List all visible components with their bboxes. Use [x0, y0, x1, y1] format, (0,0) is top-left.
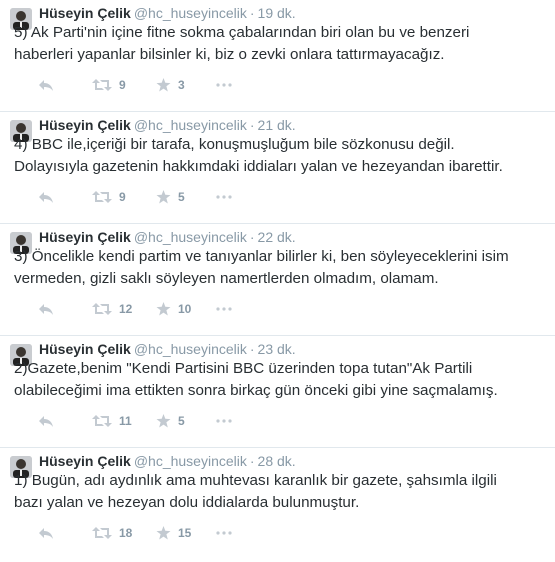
- tweet-header: Hüseyin Çelik @hc_huseyincelik · 21 dk.: [39, 116, 296, 134]
- more-icon: [216, 83, 232, 87]
- retweet-button[interactable]: 12: [92, 302, 156, 316]
- retweet-button[interactable]: 18: [92, 526, 156, 540]
- retweet-button[interactable]: 11: [92, 414, 156, 428]
- tweet-header: Hüseyin Çelik @hc_huseyincelik · 28 dk.: [39, 452, 296, 470]
- separator-dot: ·: [249, 453, 255, 469]
- tweet-text: 4) BBC ile,içeriği bir tarafa, konuşmuşl…: [14, 136, 503, 175]
- reply-icon: [39, 304, 53, 315]
- timestamp[interactable]: 28 dk.: [258, 453, 296, 469]
- reply-icon: [39, 192, 53, 203]
- favorite-button[interactable]: 5: [156, 190, 216, 204]
- retweet-count: 9: [119, 190, 126, 204]
- favorite-button[interactable]: 10: [156, 302, 216, 316]
- reply-button[interactable]: [38, 302, 92, 316]
- retweet-icon: [92, 527, 112, 539]
- more-button[interactable]: [216, 307, 246, 311]
- timestamp[interactable]: 21 dk.: [258, 117, 296, 133]
- tweet: Hüseyin Çelik @hc_huseyincelik · 21 dk. 4) …: [0, 112, 555, 224]
- reply-icon: [39, 528, 53, 539]
- retweet-icon: [92, 415, 112, 427]
- separator-dot: ·: [249, 229, 255, 245]
- favorite-count: 5: [178, 190, 185, 204]
- fullname[interactable]: Hüseyin Çelik: [39, 5, 131, 21]
- tweet-header: Hüseyin Çelik @hc_huseyincelik · 19 dk.: [39, 4, 296, 22]
- more-icon: [216, 419, 232, 423]
- star-icon: [156, 302, 171, 316]
- star-icon: [156, 414, 171, 428]
- more-button[interactable]: [216, 195, 246, 199]
- retweet-count: 12: [119, 302, 133, 316]
- retweet-icon: [92, 303, 112, 315]
- favorite-count: 3: [178, 78, 185, 92]
- separator-dot: ·: [249, 341, 255, 357]
- retweet-button[interactable]: 9: [92, 190, 156, 204]
- timestamp[interactable]: 22 dk.: [258, 229, 296, 245]
- reply-icon: [39, 80, 53, 91]
- separator-dot: ·: [249, 5, 255, 21]
- tweet-text: 2)Gazete,benim "Kendi Partisini BBC üzer…: [14, 360, 498, 399]
- tweet-header: Hüseyin Çelik @hc_huseyincelik · 23 dk.: [39, 340, 296, 358]
- timestamp[interactable]: 19 dk.: [258, 5, 296, 21]
- retweet-count: 11: [119, 414, 132, 428]
- timestamp[interactable]: 23 dk.: [258, 341, 296, 357]
- more-button[interactable]: [216, 83, 246, 87]
- tweet-actions: 18 15: [38, 525, 246, 541]
- reply-button[interactable]: [38, 78, 92, 92]
- username[interactable]: @hc_huseyincelik: [134, 229, 247, 245]
- favorite-button[interactable]: 15: [156, 526, 216, 540]
- favorite-count: 15: [178, 526, 192, 540]
- retweet-icon: [92, 79, 112, 91]
- tweet-actions: 9 5: [38, 189, 246, 205]
- tweet-text: 3) Öncelikle kendi partim ve tanıyanlar …: [14, 248, 509, 287]
- tweet-timeline: Hüseyin Çelik @hc_huseyincelik · 19 dk. 5) …: [0, 0, 555, 562]
- separator-dot: ·: [249, 117, 255, 133]
- retweet-count: 9: [119, 78, 126, 92]
- tweet-actions: 12 10: [38, 301, 246, 317]
- retweet-button[interactable]: 9: [92, 78, 156, 92]
- star-icon: [156, 526, 171, 540]
- star-icon: [156, 78, 171, 92]
- more-button[interactable]: [216, 531, 246, 535]
- favorite-button[interactable]: 3: [156, 78, 216, 92]
- fullname[interactable]: Hüseyin Çelik: [39, 453, 131, 469]
- tweet-header: Hüseyin Çelik @hc_huseyincelik · 22 dk.: [39, 228, 296, 246]
- star-icon: [156, 190, 171, 204]
- fullname[interactable]: Hüseyin Çelik: [39, 117, 131, 133]
- tweet-actions: 11 5: [38, 413, 246, 429]
- tweet-actions: 9 3: [38, 77, 246, 93]
- tweet: Hüseyin Çelik @hc_huseyincelik · 22 dk. 3) …: [0, 224, 555, 336]
- tweet-text: 5) Ak Parti'nin içine fitne sokma çabala…: [14, 24, 470, 63]
- reply-button[interactable]: [38, 414, 92, 428]
- fullname[interactable]: Hüseyin Çelik: [39, 341, 131, 357]
- favorite-button[interactable]: 5: [156, 414, 216, 428]
- retweet-count: 18: [119, 526, 133, 540]
- retweet-icon: [92, 191, 112, 203]
- tweet-text: 1) Bugün, adı aydınlık ama muhtevası kar…: [14, 472, 497, 511]
- username[interactable]: @hc_huseyincelik: [134, 5, 247, 21]
- tweet: Hüseyin Çelik @hc_huseyincelik · 23 dk. 2)G…: [0, 336, 555, 448]
- tweet: Hüseyin Çelik @hc_huseyincelik · 19 dk. 5) …: [0, 0, 555, 112]
- more-button[interactable]: [216, 419, 246, 423]
- username[interactable]: @hc_huseyincelik: [134, 341, 247, 357]
- fullname[interactable]: Hüseyin Çelik: [39, 229, 131, 245]
- more-icon: [216, 195, 232, 199]
- more-icon: [216, 531, 232, 535]
- username[interactable]: @hc_huseyincelik: [134, 453, 247, 469]
- username[interactable]: @hc_huseyincelik: [134, 117, 247, 133]
- favorite-count: 5: [178, 414, 185, 428]
- favorite-count: 10: [178, 302, 192, 316]
- reply-button[interactable]: [38, 190, 92, 204]
- more-icon: [216, 307, 232, 311]
- reply-icon: [39, 416, 53, 427]
- tweet: Hüseyin Çelik @hc_huseyincelik · 28 dk. 1) …: [0, 448, 555, 562]
- reply-button[interactable]: [38, 526, 92, 540]
